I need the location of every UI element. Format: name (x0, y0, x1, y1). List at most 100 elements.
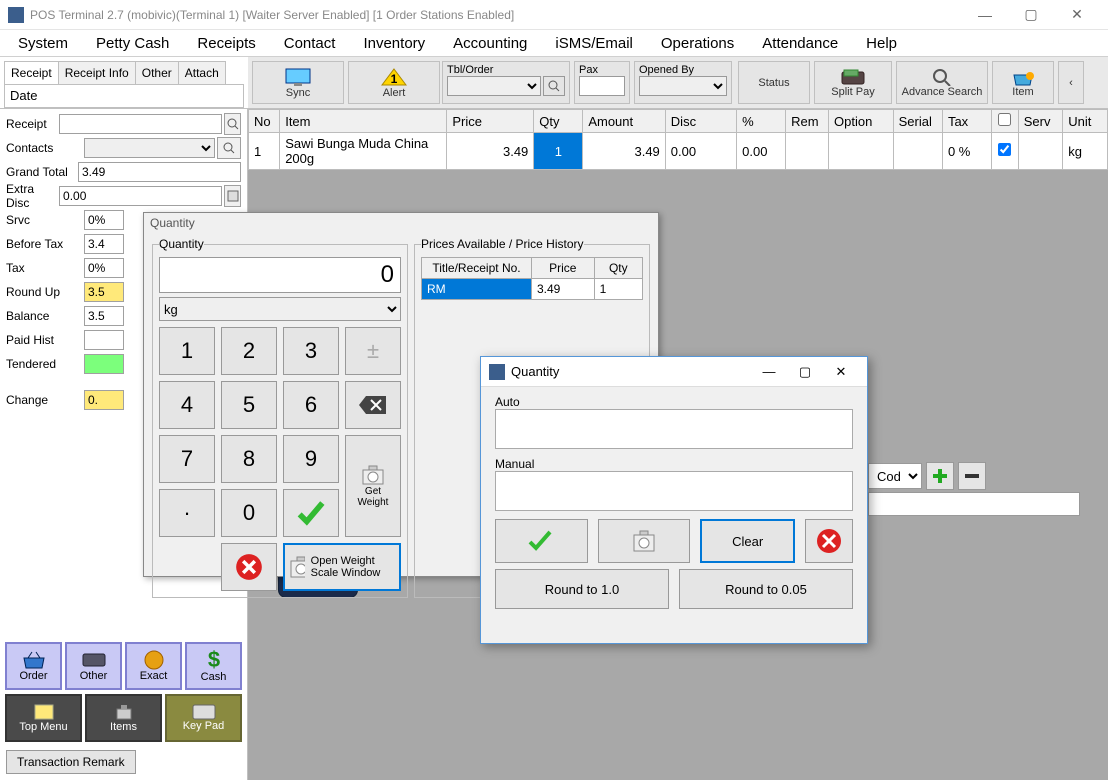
cash-button[interactable]: $Cash (185, 642, 242, 690)
menu-receipts[interactable]: Receipts (183, 32, 269, 55)
balance-input[interactable] (84, 306, 124, 326)
round-1-button[interactable]: Round to 1.0 (495, 569, 669, 609)
key-0[interactable]: 0 (221, 489, 277, 537)
menu-operations[interactable]: Operations (647, 32, 748, 55)
srvc-input[interactable] (84, 210, 124, 230)
key-4[interactable]: 4 (159, 381, 215, 429)
price-row[interactable]: RM3.491 (422, 279, 643, 300)
tab-other[interactable]: Other (135, 61, 179, 84)
calc-button[interactable] (224, 185, 241, 207)
key-2[interactable]: 2 (221, 327, 277, 375)
plus-button[interactable] (926, 462, 954, 490)
svg-text:1: 1 (391, 72, 398, 86)
tab-receipt[interactable]: Receipt (4, 61, 59, 84)
qty-unit-select[interactable]: kg (159, 297, 401, 321)
order-button[interactable]: Order (5, 642, 62, 690)
items-button[interactable]: Items (85, 694, 162, 742)
change-input[interactable] (84, 390, 124, 410)
cod-select[interactable]: Cod (868, 463, 922, 489)
tbl-order-select[interactable] (447, 76, 541, 96)
menu-attendance[interactable]: Attendance (748, 32, 852, 55)
menu-system[interactable]: System (4, 32, 82, 55)
contacts-search-button[interactable] (217, 137, 241, 159)
key-5[interactable]: 5 (221, 381, 277, 429)
close-button[interactable]: ✕ (1054, 0, 1100, 30)
open-weight-scale-button[interactable]: Open Weight Scale Window (283, 543, 401, 591)
key-dot[interactable]: · (159, 489, 215, 537)
receipt-search-button[interactable] (224, 113, 241, 135)
menu-help[interactable]: Help (852, 32, 911, 55)
before-tax-input[interactable] (84, 234, 124, 254)
key-8[interactable]: 8 (221, 435, 277, 483)
grid-qty-cell[interactable]: 1 (534, 133, 583, 170)
paid-hist-input[interactable] (84, 330, 124, 350)
alert-button[interactable]: 1 Alert (348, 61, 440, 104)
balance-label: Balance (6, 309, 84, 323)
opened-by-label: Opened By (639, 64, 727, 76)
collapse-button[interactable]: ‹ (1058, 61, 1084, 104)
pax-input[interactable] (579, 76, 625, 96)
grid-row-check[interactable] (998, 143, 1011, 156)
keypad-button[interactable]: Key Pad (165, 694, 242, 742)
qty2-close[interactable]: ✕ (823, 364, 859, 380)
tab-receipt-info[interactable]: Receipt Info (58, 61, 136, 84)
price-table[interactable]: Title/Receipt No.PriceQty RM3.491 (421, 257, 643, 300)
advance-search-button[interactable]: Advance Search (896, 61, 988, 104)
split-pay-button[interactable]: Split Pay (814, 61, 892, 104)
qty2-maximize[interactable]: ▢ (787, 364, 823, 380)
minimize-button[interactable]: — (962, 0, 1008, 30)
menubar: System Petty Cash Receipts Contact Inven… (0, 30, 1108, 57)
qty2-weigh-button[interactable] (598, 519, 691, 563)
key-1[interactable]: 1 (159, 327, 215, 375)
exact-button[interactable]: Exact (125, 642, 182, 690)
qty2-minimize[interactable]: — (751, 364, 787, 379)
key-cancel[interactable] (221, 543, 277, 591)
sync-button[interactable]: Sync (252, 61, 344, 104)
status-button[interactable]: Status (738, 61, 810, 104)
menu-contact[interactable]: Contact (270, 32, 350, 55)
key-backspace[interactable] (345, 381, 401, 429)
grid-check-all[interactable] (998, 113, 1011, 126)
minus-button[interactable] (958, 462, 986, 490)
qty2-confirm-button[interactable] (495, 519, 588, 563)
qty2-clear-button[interactable]: Clear (700, 519, 795, 563)
extra-disc-input[interactable] (59, 186, 222, 206)
grid-row[interactable]: 1 Sawi Bunga Muda China 200g 3.49 1 3.49… (249, 133, 1108, 170)
key-plusminus[interactable]: ± (345, 327, 401, 375)
menu-inventory[interactable]: Inventory (349, 32, 439, 55)
qty2-cancel-button[interactable] (805, 519, 853, 563)
transaction-remark-button[interactable]: Transaction Remark (6, 750, 136, 774)
qty-display[interactable] (159, 257, 401, 293)
grand-total-label: Grand Total (6, 165, 78, 179)
terminal-icon (81, 650, 107, 670)
tendered-input[interactable] (84, 354, 124, 374)
menu-accounting[interactable]: Accounting (439, 32, 541, 55)
receipt-input[interactable] (59, 114, 222, 134)
key-9[interactable]: 9 (283, 435, 339, 483)
contacts-select[interactable] (84, 138, 215, 158)
before-tax-label: Before Tax (6, 237, 84, 251)
top-menu-button[interactable]: Top Menu (5, 694, 82, 742)
round-005-button[interactable]: Round to 0.05 (679, 569, 853, 609)
window-title: POS Terminal 2.7 (mobivic)(Terminal 1) [… (30, 8, 514, 22)
opened-by-select[interactable] (639, 76, 727, 96)
key-6[interactable]: 6 (283, 381, 339, 429)
tbl-order-search-button[interactable] (543, 76, 565, 96)
menu-petty-cash[interactable]: Petty Cash (82, 32, 183, 55)
get-weight-button[interactable]: Get Weight (345, 435, 401, 537)
other-button[interactable]: Other (65, 642, 122, 690)
key-confirm[interactable] (283, 489, 339, 537)
round-up-input[interactable] (84, 282, 124, 302)
manual-input[interactable] (495, 471, 853, 511)
change-label: Change (6, 393, 84, 407)
items-grid[interactable]: No Item Price Qty Amount Disc % Rem Opti… (248, 109, 1108, 170)
menu-isms-email[interactable]: iSMS/Email (541, 32, 647, 55)
key-7[interactable]: 7 (159, 435, 215, 483)
peek-input[interactable] (868, 492, 1080, 516)
maximize-button[interactable]: ▢ (1008, 0, 1054, 30)
tab-attach[interactable]: Attach (178, 61, 226, 84)
grand-total-input[interactable] (78, 162, 241, 182)
item-button[interactable]: Item (992, 61, 1054, 104)
key-3[interactable]: 3 (283, 327, 339, 375)
tax-input[interactable] (84, 258, 124, 278)
